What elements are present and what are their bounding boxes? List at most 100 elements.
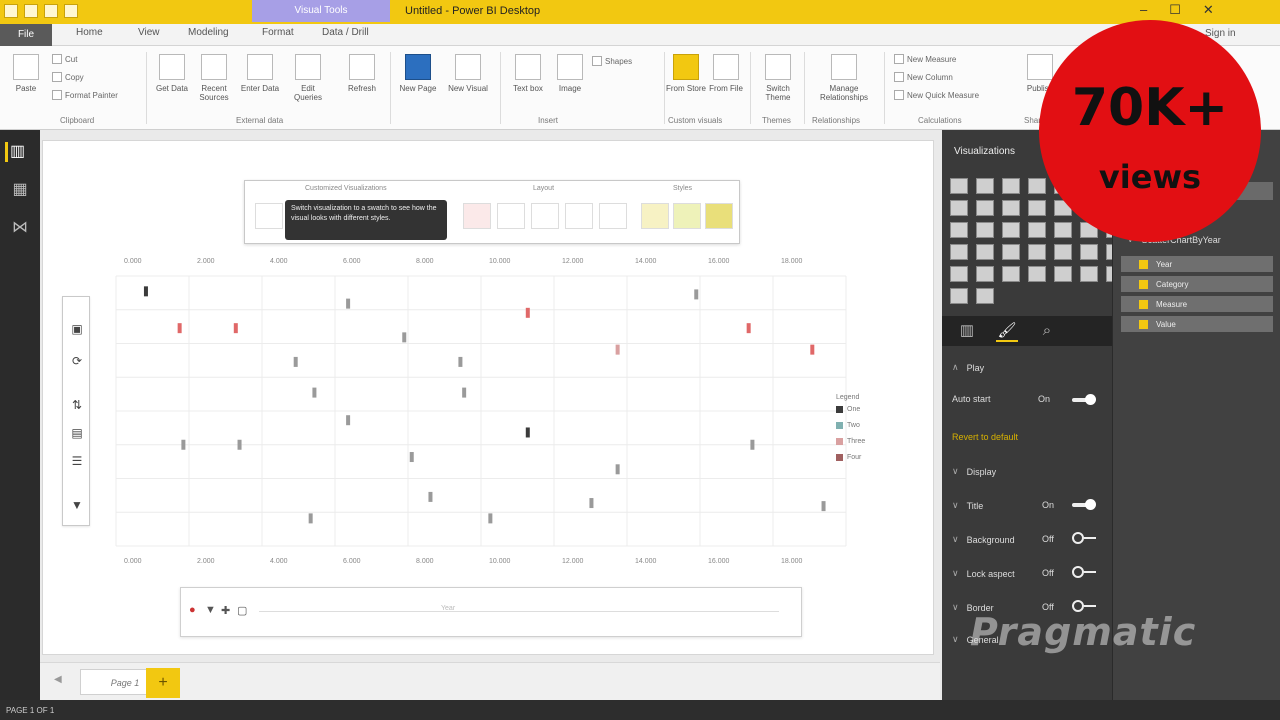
maximize-icon[interactable]: ☐ bbox=[1169, 2, 1181, 18]
data-point[interactable] bbox=[293, 356, 298, 367]
swatch-option[interactable] bbox=[599, 203, 627, 229]
drill-icon[interactable]: ⇅ bbox=[68, 397, 86, 413]
visualization-type-icon[interactable] bbox=[1054, 222, 1072, 238]
tab-data-drill[interactable]: Data / Drill bbox=[322, 27, 369, 38]
field-item[interactable]: Category bbox=[1121, 276, 1273, 292]
data-point[interactable] bbox=[746, 323, 751, 334]
toggle-title[interactable] bbox=[1072, 499, 1098, 511]
record-icon[interactable]: ● bbox=[189, 604, 196, 616]
manage-relationships-button[interactable]: Manage Relationships bbox=[816, 52, 872, 112]
visualization-type-icon[interactable] bbox=[1054, 266, 1072, 282]
visualization-type-icon[interactable] bbox=[950, 200, 968, 216]
recent-sources-button[interactable]: Recent Sources bbox=[192, 52, 236, 112]
data-point[interactable] bbox=[488, 513, 493, 524]
data-view-icon[interactable]: ▦ bbox=[9, 180, 31, 200]
visualization-type-icon[interactable] bbox=[1080, 266, 1098, 282]
section-display[interactable]: ∨ Display bbox=[952, 466, 996, 477]
swatch-option[interactable] bbox=[673, 203, 701, 229]
section-play[interactable]: ∧ Play bbox=[952, 362, 984, 373]
copy-button[interactable]: Copy bbox=[52, 72, 84, 82]
from-store-button[interactable]: From Store bbox=[664, 52, 708, 112]
visualization-type-icon[interactable] bbox=[950, 178, 968, 194]
data-point[interactable] bbox=[615, 464, 620, 475]
image-button[interactable]: Image bbox=[548, 52, 592, 112]
swatch-option[interactable] bbox=[565, 203, 593, 229]
tab-modeling[interactable]: Modeling bbox=[188, 27, 229, 38]
edit-queries-button[interactable]: Edit Queries bbox=[286, 52, 330, 112]
visualization-type-icon[interactable] bbox=[976, 288, 994, 304]
analytics-tab-icon[interactable]: ⌕ bbox=[1036, 320, 1058, 342]
visualization-type-icon[interactable] bbox=[1028, 222, 1046, 238]
new-page-button[interactable]: New Page bbox=[396, 52, 440, 112]
visualization-type-icon[interactable] bbox=[1028, 266, 1046, 282]
swatch-option[interactable] bbox=[531, 203, 559, 229]
data-point[interactable] bbox=[233, 323, 238, 334]
report-view-icon[interactable]: ▥ bbox=[5, 142, 27, 162]
toggle-lock-aspect[interactable] bbox=[1072, 566, 1098, 578]
format-painter-button[interactable]: Format Painter bbox=[52, 90, 118, 100]
new-column-button[interactable]: New Column bbox=[894, 72, 953, 82]
data-point[interactable] bbox=[589, 498, 594, 509]
data-point[interactable] bbox=[237, 439, 242, 450]
swatch-option[interactable] bbox=[255, 203, 283, 229]
row-title[interactable]: ∨ Title bbox=[952, 500, 983, 511]
stop-icon[interactable]: ▢ bbox=[237, 604, 247, 617]
visualization-type-icon[interactable] bbox=[1002, 266, 1020, 282]
data-point[interactable] bbox=[458, 356, 463, 367]
visualization-type-icon[interactable] bbox=[976, 178, 994, 194]
visualization-type-icon[interactable] bbox=[976, 266, 994, 282]
undo-icon[interactable] bbox=[44, 4, 58, 18]
play-axis-track[interactable] bbox=[259, 611, 779, 612]
visualization-type-icon[interactable] bbox=[976, 244, 994, 260]
swatch-option[interactable] bbox=[497, 203, 525, 229]
new-visual-button[interactable]: New Visual bbox=[446, 52, 490, 112]
data-point[interactable] bbox=[525, 307, 530, 318]
minimize-icon[interactable]: – bbox=[1140, 2, 1147, 18]
visualization-type-icon[interactable] bbox=[976, 200, 994, 216]
switch-theme-button[interactable]: Switch Theme bbox=[756, 52, 800, 112]
visualization-type-icon[interactable] bbox=[1002, 200, 1020, 216]
data-point[interactable] bbox=[402, 332, 407, 343]
visualization-type-icon[interactable] bbox=[1028, 244, 1046, 260]
tab-view[interactable]: View bbox=[138, 27, 160, 38]
field-item[interactable]: Measure bbox=[1121, 296, 1273, 312]
field-item[interactable]: Year bbox=[1121, 256, 1273, 272]
data-point[interactable] bbox=[615, 344, 620, 355]
swatch-option[interactable] bbox=[641, 203, 669, 229]
previous-page-icon[interactable]: ◀ bbox=[54, 674, 62, 685]
refresh-visual-icon[interactable]: ⟳ bbox=[68, 353, 86, 369]
new-quick-measure-button[interactable]: New Quick Measure bbox=[894, 90, 979, 100]
filter-icon[interactable]: ▼ bbox=[68, 497, 86, 513]
visualization-type-icon[interactable] bbox=[950, 244, 968, 260]
data-point[interactable] bbox=[346, 415, 351, 426]
row-background[interactable]: ∨ Background bbox=[952, 534, 1015, 545]
data-point[interactable] bbox=[181, 439, 186, 450]
row-lock-aspect[interactable]: ∨ Lock aspect bbox=[952, 568, 1015, 579]
layout-icon[interactable]: ☰ bbox=[68, 453, 86, 469]
refresh-button[interactable]: Refresh bbox=[340, 52, 384, 112]
data-point[interactable] bbox=[143, 286, 148, 297]
save-icon[interactable] bbox=[24, 4, 38, 18]
field-item[interactable]: Value bbox=[1121, 316, 1273, 332]
table-icon[interactable]: ▤ bbox=[68, 425, 86, 441]
data-point[interactable] bbox=[312, 387, 317, 398]
tab-home[interactable]: Home bbox=[76, 27, 103, 38]
get-data-button[interactable]: Get Data bbox=[150, 52, 194, 112]
tab-format[interactable]: Format bbox=[262, 27, 294, 38]
toggle-background[interactable] bbox=[1072, 532, 1098, 544]
cut-button[interactable]: Cut bbox=[52, 54, 77, 64]
visualization-type-icon[interactable] bbox=[1080, 244, 1098, 260]
paste-button[interactable]: Paste bbox=[4, 52, 48, 112]
data-point[interactable] bbox=[750, 439, 755, 450]
data-point[interactable] bbox=[810, 344, 815, 355]
close-icon[interactable]: ✕ bbox=[1203, 2, 1214, 18]
focus-mode-icon[interactable]: ▣ bbox=[68, 321, 86, 337]
from-file-button[interactable]: From File bbox=[704, 52, 748, 112]
visualization-type-icon[interactable] bbox=[950, 222, 968, 238]
down-arrow-icon[interactable]: ▼ bbox=[205, 604, 216, 616]
model-view-icon[interactable]: ⋈ bbox=[9, 218, 31, 238]
revert-to-default-link[interactable]: Revert to default bbox=[952, 432, 1018, 442]
toggle-auto-start[interactable] bbox=[1072, 394, 1098, 406]
visualization-type-icon[interactable] bbox=[1054, 244, 1072, 260]
text-box-button[interactable]: Text box bbox=[506, 52, 550, 112]
